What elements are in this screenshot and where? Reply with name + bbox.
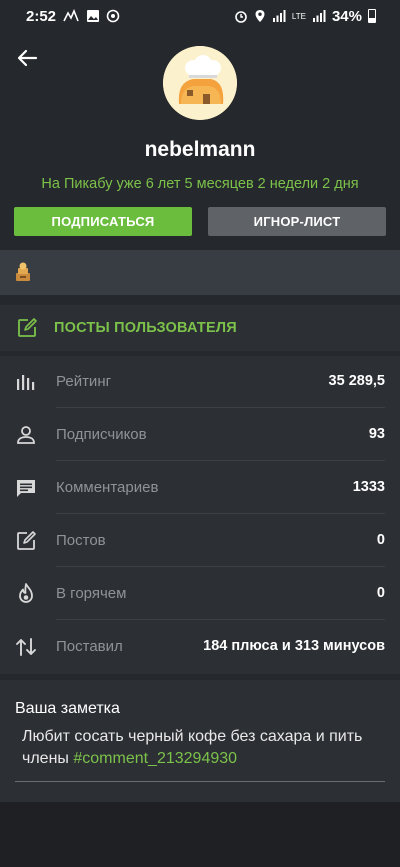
profile-header: nebelmann На Пикабу уже 6 лет 5 месяцев … <box>0 32 400 250</box>
notification-icon <box>63 9 79 22</box>
divider <box>56 566 385 567</box>
back-button[interactable] <box>14 44 42 72</box>
member-since: На Пикабу уже 6 лет 5 месяцев 2 недели 2… <box>41 176 359 192</box>
status-bar-right: LTE 34% <box>234 8 376 25</box>
person-icon <box>17 426 35 444</box>
chef-hat-avatar-icon <box>163 46 237 120</box>
signal-1-icon <box>272 10 286 22</box>
divider <box>56 460 385 461</box>
battery-percent: 34% <box>331 7 362 25</box>
status-bar-left: 2:52 <box>26 8 120 25</box>
stat-row-subscribers[interactable]: Подписчиков 93 <box>0 409 400 461</box>
battery-icon <box>368 9 376 23</box>
note-comment-tag[interactable]: #comment_213294930 <box>73 750 237 767</box>
status-bar: 2:52 LTE 34% <box>0 0 400 32</box>
user-note[interactable]: Ваша заметка Любит сосать черный кофе бе… <box>0 680 400 802</box>
awards-bar <box>0 250 400 295</box>
gallery-icon <box>87 10 100 22</box>
flame-icon <box>19 583 33 603</box>
stat-value: 184 плюса и 313 минусов <box>203 638 385 654</box>
note-title: Ваша заметка <box>15 700 120 717</box>
stat-row-posts[interactable]: Постов 0 <box>0 515 400 567</box>
stat-row-comments[interactable]: Комментариев 1333 <box>0 462 400 514</box>
divider <box>56 513 385 514</box>
stat-label: Подписчиков <box>56 426 147 443</box>
user-posts-label: ПОСТЫ ПОЛЬЗОВАТЕЛЯ <box>54 320 237 336</box>
subscribe-button[interactable]: ПОДПИСАТЬСЯ <box>14 207 192 236</box>
stat-label: Поставил <box>56 638 123 655</box>
signal-2-icon <box>312 10 326 22</box>
note-text[interactable]: Любит сосать черный кофе без сахара и пи… <box>22 726 372 770</box>
stat-row-rating: Рейтинг 35 289,5 <box>0 356 400 408</box>
note-underline <box>15 781 385 782</box>
bar-chart-icon <box>17 375 35 390</box>
back-arrow-icon <box>17 49 38 67</box>
stat-label: Комментариев <box>56 479 159 496</box>
user-posts-link[interactable]: ПОСТЫ ПОЛЬЗОВАТЕЛЯ <box>0 305 400 351</box>
stat-value: 93 <box>368 426 385 442</box>
stat-label: Постов <box>56 532 106 549</box>
ignore-list-button[interactable]: ИГНОР-ЛИСТ <box>208 207 386 236</box>
award-icon[interactable] <box>12 261 34 283</box>
stat-value: 1333 <box>352 479 385 495</box>
edit-icon <box>18 318 37 337</box>
location-icon <box>255 10 265 22</box>
stat-row-votes: Поставил 184 плюса и 313 минусов <box>0 621 400 673</box>
comment-icon <box>17 480 35 497</box>
stat-value: 0 <box>376 585 385 601</box>
status-time: 2:52 <box>26 7 57 25</box>
stat-row-hot[interactable]: В горячем 0 <box>0 568 400 620</box>
stats-list: Рейтинг 35 289,5 Подписчиков 93 Коммента… <box>0 356 400 674</box>
up-down-arrows-icon <box>16 638 36 656</box>
divider <box>56 619 385 620</box>
avatar[interactable] <box>163 46 237 120</box>
bottom-area <box>0 802 400 867</box>
network-type-label: LTE <box>291 11 306 21</box>
alarm-icon <box>235 11 247 23</box>
divider <box>56 407 385 408</box>
edit-icon <box>17 531 36 550</box>
stat-value: 35 289,5 <box>328 373 385 389</box>
username: nebelmann <box>144 138 256 161</box>
stat-label: Рейтинг <box>56 373 112 390</box>
app-notification-icon <box>106 9 120 23</box>
stat-label: В горячем <box>56 585 127 602</box>
stat-value: 0 <box>376 532 385 548</box>
